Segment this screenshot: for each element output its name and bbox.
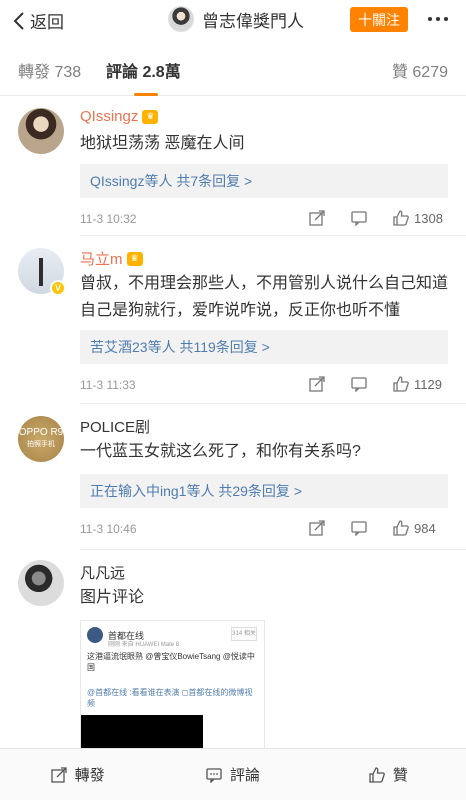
share-icon[interactable] — [308, 519, 326, 537]
comment-text: 曾叔，不用理会那些人，不用管别人说什么自己知道自己是狗就行，爱咋说咋说，反正你也… — [80, 275, 449, 319]
account-avatar — [168, 6, 194, 32]
comment-image[interactable]: 首都在线 刚刚 来自 HUAWEI Mate 8 314 相关 这港逼流氓眼熟 … — [80, 620, 265, 760]
comment-time: 11-3 10:46 — [80, 522, 137, 536]
thumb-up-icon[interactable] — [392, 209, 410, 227]
image-text-secondary: @首都在线 :看看谁在表演 ◻首都在线的微博视频 — [87, 688, 253, 708]
crown-icon: ♛ — [142, 109, 159, 124]
repost-icon — [51, 766, 67, 783]
comment-username[interactable]: QIssingz — [80, 108, 138, 125]
thumb-up-icon[interactable] — [392, 375, 410, 393]
like-count: 1129 — [414, 376, 442, 392]
comment-text: 地狱坦荡荡 恶魔在人间 — [80, 135, 245, 152]
reply-icon[interactable] — [350, 375, 368, 393]
tab-repost[interactable]: 轉發 738 — [18, 58, 81, 82]
comment-username[interactable]: POLICE剧 — [80, 416, 150, 437]
avatar-subtext: 拍照手机 — [27, 441, 55, 448]
reply-icon[interactable] — [350, 519, 368, 537]
bottom-toolbar: 轉發 評論 贊 — [0, 748, 466, 800]
comment-icon — [206, 767, 222, 783]
thumb-up-icon — [369, 766, 385, 783]
comment-username[interactable]: 凡凡远 — [80, 562, 125, 583]
like-label: 贊 — [392, 767, 408, 784]
repost-label: 轉發 — [74, 767, 105, 784]
comment-item: QIssingz ♛ 地狱坦荡荡 恶魔在人间 QIssingz等人 共7条回复 … — [0, 96, 466, 236]
share-icon[interactable] — [308, 209, 326, 227]
reply-summary[interactable]: 正在输入中ing1等人 共29条回复 > — [80, 474, 448, 508]
chevron-left-icon — [13, 11, 24, 30]
follow-button[interactable]: 十關注 — [350, 7, 408, 32]
image-text: 这港逼流氓眼熟 @曾宝仪BowieTsang @悦读中国 — [87, 652, 255, 672]
comment-text: 一代蓝玉女就这么死了，和你有关系吗? — [80, 443, 361, 460]
comment-button[interactable]: 評論 — [155, 749, 310, 800]
image-tag: 314 相关 — [231, 627, 257, 641]
reply-summary[interactable]: 苦艾酒23等人 共119条回复 > — [80, 330, 448, 364]
page-title[interactable]: 曾志偉獎門人 — [168, 6, 304, 32]
back-label: 返回 — [30, 13, 64, 32]
like-count: 1308 — [414, 210, 443, 226]
avatar[interactable] — [18, 560, 64, 606]
image-meta: 刚刚 来自 HUAWEI Mate 8 — [108, 642, 180, 648]
like-count: 984 — [414, 520, 436, 536]
comment-item: V 马立m ♛ 曾叔，不用理会那些人，不用管别人说什么自己知道自己是狗就行，爱咋… — [0, 236, 466, 404]
repost-button[interactable]: 轉發 — [0, 749, 155, 800]
avatar[interactable] — [18, 108, 64, 154]
comment-label: 評論 — [229, 767, 260, 784]
crown-icon: ♛ — [126, 251, 143, 266]
share-icon[interactable] — [308, 375, 326, 393]
avatar-text: OPPO R9 — [18, 427, 64, 438]
thumb-up-icon[interactable] — [392, 519, 410, 537]
comment-username[interactable]: 马立m — [80, 248, 123, 269]
reply-icon[interactable] — [350, 209, 368, 227]
reply-summary[interactable]: QIssingz等人 共7条回复 > — [80, 164, 448, 198]
avatar[interactable]: OPPO R9 拍照手机 — [18, 416, 64, 462]
verified-badge-icon: V — [50, 280, 66, 296]
comment-item: OPPO R9 拍照手机 POLICE剧 一代蓝玉女就这么死了，和你有关系吗? … — [0, 404, 466, 550]
more-options-icon[interactable] — [420, 9, 456, 29]
tab-bar: 轉發 738 評論 2.8萬 贊 6279 — [0, 40, 466, 96]
image-author-avatar — [87, 627, 103, 643]
top-nav-bar: 返回 曾志偉獎門人 十關注 — [0, 0, 466, 40]
back-button[interactable]: 返回 — [12, 8, 64, 33]
like-button[interactable]: 贊 — [311, 749, 466, 800]
comment-time: 11-3 11:33 — [80, 378, 136, 392]
account-name: 曾志偉獎門人 — [202, 11, 304, 31]
comment-text: 图片评论 — [80, 589, 145, 606]
comment-time: 11-3 10:32 — [80, 212, 137, 226]
tab-likes[interactable]: 贊 6279 — [392, 58, 448, 82]
